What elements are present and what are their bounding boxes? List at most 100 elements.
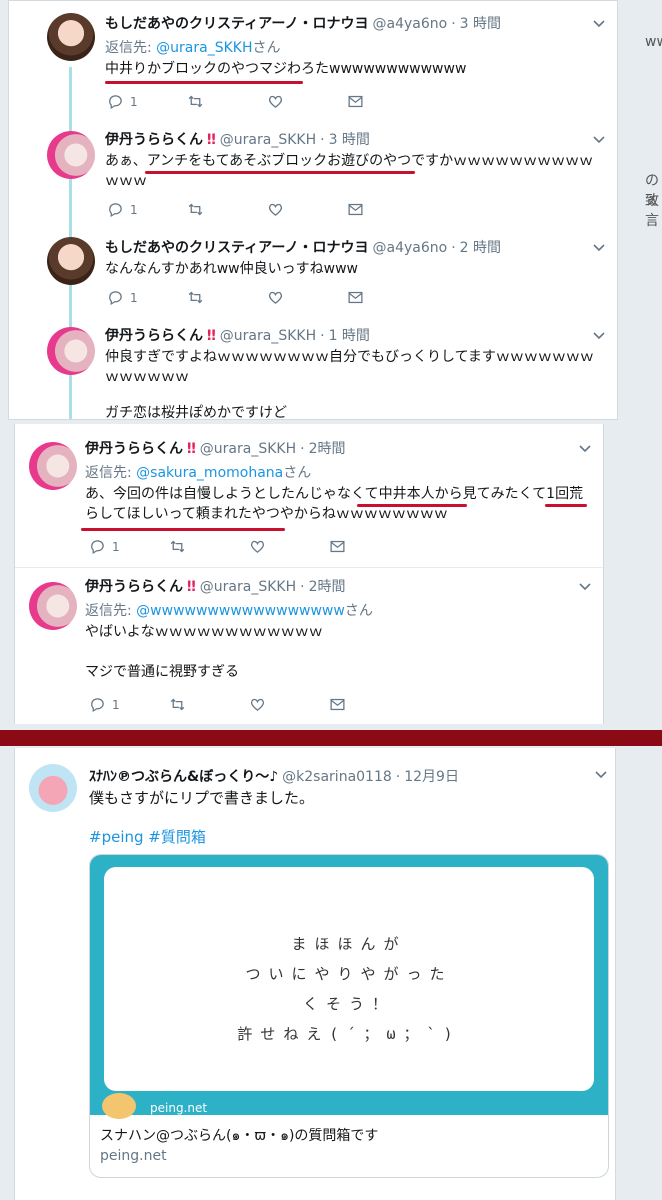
avatar[interactable] [47,327,95,375]
separator-dot: · [320,132,325,148]
reply-to-link[interactable]: @wwwwwwwwwwwwwwwww [136,603,345,619]
hashtags[interactable]: #peing #質問箱 [89,826,206,847]
reply-icon [109,291,122,306]
tweet[interactable]: もしだあやのクリスティアーノ・ロナウヨ @a4ya6no · 2 時間 なんなん… [9,229,617,319]
reply-button[interactable]: 1 [89,538,169,555]
tweet[interactable]: ｽﾅﾊﾝ℗つぶらん&ぼっくり〜♪ @k2sarina0118 · 12月9日 僕… [15,748,615,1200]
tweet-actions: 1 [107,93,427,110]
user-handle[interactable]: @urara_SKKH [200,441,296,457]
retweet-icon [170,540,185,553]
tweet[interactable]: 伊丹うららくん ‼ @urara_SKKH · 2時間 返信先: @sakura… [15,424,603,568]
display-name[interactable]: 伊丹うららくん [105,129,203,149]
tweet[interactable]: もしだあやのクリスティアーノ・ロナウヨ @a4ya6no · 3 時間 返信先:… [9,1,617,113]
dm-button[interactable] [347,289,427,306]
reply-button[interactable]: 1 [107,201,187,218]
double-exclamation: ‼ [187,441,196,457]
timestamp[interactable]: 2 時間 [460,237,501,257]
dm-button[interactable] [347,201,427,218]
like-button[interactable] [249,538,329,555]
reply-button[interactable]: 1 [89,696,169,713]
retweet-button[interactable] [187,201,267,218]
card-title: スナハン@つぶらん(๑・ϖ・๑)の質問箱です [100,1128,379,1144]
user-handle[interactable]: @k2sarina0118 [282,769,392,785]
card-message-line: くそう！ [302,995,395,1013]
double-exclamation: ‼ [207,328,216,344]
tweet[interactable]: 伊丹うららくん ‼ @urara_SKKH · 3 時間 あぁ、アンチをもてあそ… [9,119,617,231]
avatar[interactable] [47,237,95,285]
tweet[interactable]: 伊丹うららくん ‼ @urara_SKKH · 2時間 返信先: @wwwwww… [15,568,603,724]
reply-count: 1 [130,94,138,109]
like-button[interactable] [267,93,347,110]
section-divider [0,730,662,746]
reply-to-suffix: さん [344,603,373,619]
chevron-down-icon[interactable] [591,131,607,147]
dm-button[interactable] [347,93,427,110]
like-button[interactable] [267,201,347,218]
retweet-button[interactable] [169,696,249,713]
reply-to-link[interactable]: @sakura_momohana [136,465,283,481]
avatar[interactable] [47,13,95,61]
chevron-down-icon[interactable] [591,327,607,343]
display-name[interactable]: ｽﾅﾊﾝ℗つぶらん&ぼっくり〜♪ [89,766,278,786]
chevron-down-icon[interactable] [577,440,593,456]
display-name[interactable]: もしだあやのクリスティアーノ・ロナウヨ [105,13,368,33]
avatar[interactable] [29,764,77,812]
like-button[interactable] [267,289,347,306]
timestamp[interactable]: 3 時間 [329,129,370,149]
avatar[interactable] [47,131,95,179]
card-domain: peing.net [100,1148,167,1164]
avatar[interactable] [29,442,77,490]
card-logo-text: peing.net [150,1101,208,1115]
avatar[interactable] [29,582,77,630]
timestamp[interactable]: 3 時間 [460,13,501,33]
reply-to: 返信先: @sakura_momohanaさん [85,462,311,482]
display-name[interactable]: 伊丹うららくん [85,576,183,596]
display-name[interactable]: 伊丹うららくん [85,438,183,458]
like-icon [268,203,283,216]
link-card[interactable]: まほほんが ついにやりやがった くそう！ 許せねえ(´；ω；`) peing.n… [89,854,609,1178]
timestamp[interactable]: 2時間 [309,576,346,596]
chevron-down-icon[interactable] [591,239,607,255]
chevron-down-icon[interactable] [593,766,609,782]
chevron-down-icon[interactable] [591,15,607,31]
chevron-down-icon[interactable] [577,578,593,594]
user-handle[interactable]: @a4ya6no [372,16,447,32]
tweet-text-line2: マジで普通に視野すぎる [85,664,239,680]
like-icon [250,698,265,711]
retweet-button[interactable] [169,538,249,555]
tweet-text: なんなんすかあれww仲良いっすねwww [105,261,358,277]
peing-logo [102,1093,136,1119]
reply-to-link[interactable]: @urara_SKKH [156,40,252,56]
tweet-text: あ、今回の件は自慢しようとしたんじゃなくて中井本人から見てみたくて1回荒らしてほ… [85,486,584,522]
retweet-button[interactable] [187,93,267,110]
reply-count: 1 [112,697,120,712]
background-right [604,424,662,730]
user-handle[interactable]: @urara_SKKH [220,132,316,148]
separator-dot: · [395,769,401,785]
reply-button[interactable]: 1 [107,289,187,306]
dm-button[interactable] [329,696,409,713]
tweet[interactable]: 伊丹うららくん ‼ @urara_SKKH · 1 時間 仲良すぎですよねｗｗｗ… [9,317,617,419]
like-icon [268,95,283,108]
reply-button[interactable]: 1 [107,93,187,110]
card-question-box: まほほんが ついにやりやがった くそう！ 許せねえ(´；ω；`) [104,867,594,1091]
user-handle[interactable]: @a4ya6no [372,240,447,256]
retweet-icon [188,95,203,108]
card-message-line: 許せねえ(´；ω；`) [237,1025,461,1043]
timestamp[interactable]: 2時間 [309,438,346,458]
display-name[interactable]: 伊丹うららくん [105,325,203,345]
display-name[interactable]: もしだあやのクリスティアーノ・ロナウヨ [105,237,368,257]
retweet-button[interactable] [187,289,267,306]
timestamp[interactable]: 1 時間 [329,325,370,345]
double-exclamation: ‼ [187,579,196,595]
reply-to-prefix: 返信先: [85,603,137,619]
annotation-underline [105,81,303,84]
user-handle[interactable]: @urara_SKKH [200,579,296,595]
dm-button[interactable] [329,538,409,555]
like-button[interactable] [249,696,329,713]
dm-icon [348,291,363,304]
reply-thread-panel: 伊丹うららくん ‼ @urara_SKKH · 2時間 返信先: @sakura… [14,424,604,724]
user-handle[interactable]: @urara_SKKH [220,328,316,344]
timestamp[interactable]: 12月9日 [404,766,459,786]
reply-to: 返信先: @urara_SKKHさん [105,37,281,57]
